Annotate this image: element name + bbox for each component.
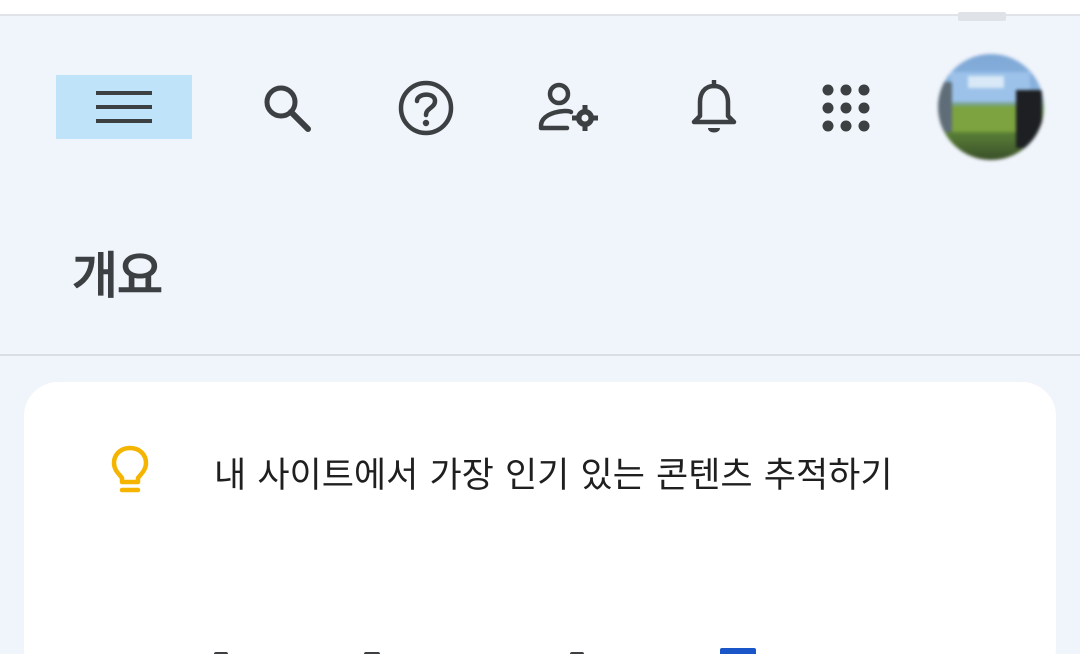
avatar[interactable] [938, 54, 1044, 160]
truncated-next-line [214, 648, 774, 654]
tip-text: 내 사이트에서 가장 인기 있는 콘텐츠 추적하기 [214, 456, 893, 496]
search-icon [264, 85, 311, 132]
admin-settings-button[interactable] [532, 76, 606, 140]
avatar-image-edge [938, 82, 952, 132]
app-screen: 개요 내 사이트에서 가장 인기 있는 콘텐츠 추적하기 [0, 0, 1080, 654]
lightbulb-icon [111, 445, 149, 493]
top-handle [958, 12, 1006, 21]
page-title: 개요 [72, 247, 163, 305]
search-button[interactable] [252, 76, 322, 140]
top-app-strip [0, 0, 1080, 16]
notifications-icon [691, 80, 737, 133]
avatar-image-cloud [968, 76, 1004, 88]
apps-button[interactable] [812, 76, 880, 140]
top-toolbar [0, 40, 1080, 180]
avatar-image-shadow [1016, 90, 1042, 148]
header-divider [0, 354, 1080, 356]
notifications-button[interactable] [680, 76, 748, 140]
help-button[interactable] [390, 76, 462, 140]
menu-button[interactable] [56, 75, 192, 139]
apps-grid-icon [822, 84, 870, 132]
help-icon [398, 80, 454, 136]
menu-icon [96, 91, 152, 123]
admin-settings-icon [538, 82, 598, 131]
tip-card[interactable]: 내 사이트에서 가장 인기 있는 콘텐츠 추적하기 [24, 382, 1056, 654]
